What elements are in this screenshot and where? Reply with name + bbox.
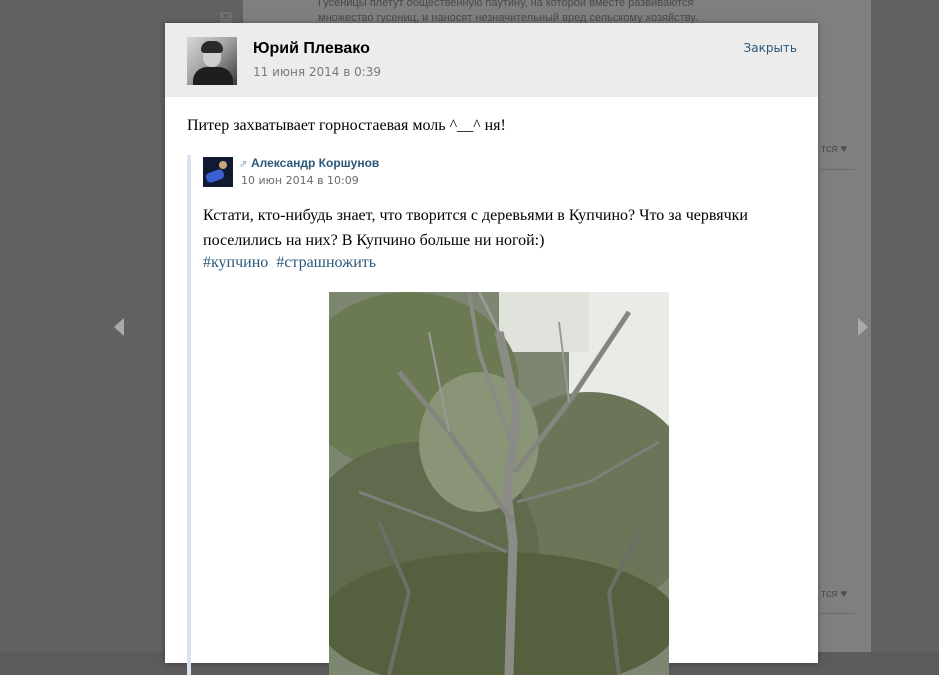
avatar-hair-shape [201,41,223,53]
chevron-right-icon[interactable] [858,318,868,336]
close-button[interactable]: Закрыть [744,41,797,55]
background-divider [820,169,855,170]
author-avatar[interactable] [187,37,237,85]
background-text-line: Гусеницы плетут общественную паутину, на… [318,0,694,9]
attached-photo[interactable] [329,292,669,675]
repost-author-avatar[interactable] [203,157,233,187]
repost-arrow-icon: ⇗ [239,159,248,170]
hashtag-link[interactable]: #купчино [203,254,268,271]
post-modal: Юрий Плевако 11 июня 2014 в 0:39 Закрыть… [165,23,818,675]
background-right-column [871,0,939,652]
author-name[interactable]: Юрий Плевако [253,40,370,58]
heart-icon: ♥ [840,143,847,155]
post-header: Юрий Плевако 11 июня 2014 в 0:39 Закрыть [165,23,818,97]
avatar-body-shape [193,67,233,85]
tree-photo-illustration [329,292,669,675]
background-like-label: тся [821,588,838,600]
background-divider [820,613,855,614]
hashtag-link[interactable]: #страшножить [276,254,376,271]
avatar-face-shape [219,161,227,169]
repost-author-name[interactable]: Александр Коршунов [251,156,379,170]
chevron-left-icon[interactable] [114,318,124,336]
post-text: Питер захватывает горностаевая моль ^__^… [187,117,506,134]
background-like-counter: тся ♥ [821,143,847,155]
repost-text: Кстати, кто-нибудь знает, что творится с… [203,207,748,249]
post-date[interactable]: 11 июня 2014 в 0:39 [253,65,381,79]
background-like-label: тся [821,143,838,155]
repost-block: ⇗ Александр Коршунов 10 июн 2014 в 10:09… [187,155,811,675]
avatar-guitar-shape [204,168,226,184]
background-like-counter: тся ♥ [821,588,847,600]
heart-icon: ♥ [840,588,847,600]
repost-date[interactable]: 10 июн 2014 в 10:09 [241,174,359,187]
hashtag-list: #купчино #страшножить [203,254,380,272]
